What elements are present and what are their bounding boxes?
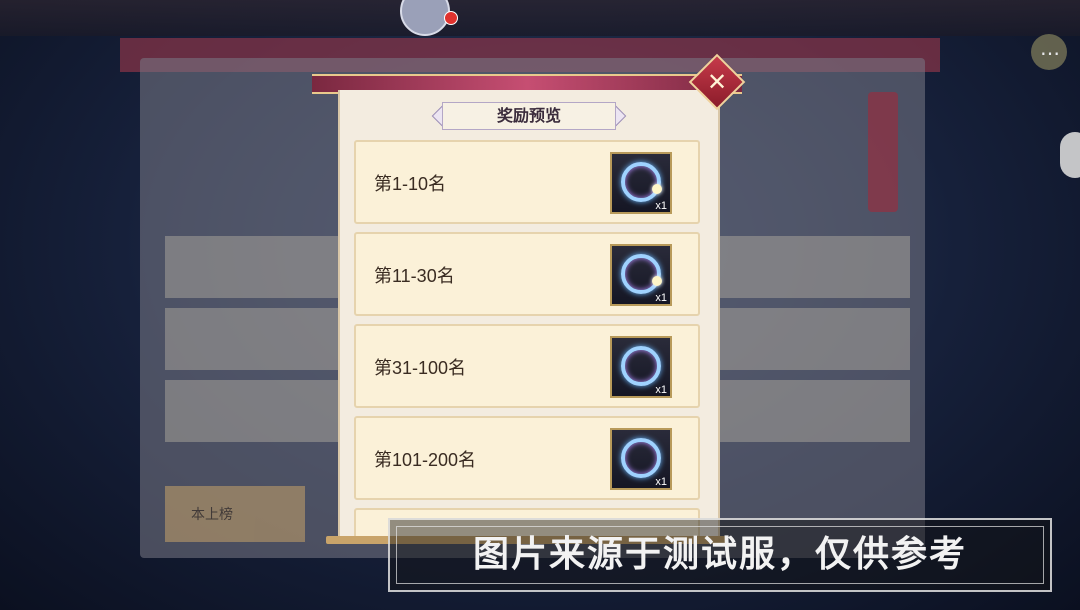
side-scroll-handle[interactable]	[1060, 132, 1080, 178]
reward-row: 第101-200名 x1	[354, 416, 700, 500]
reward-row: 第11-30名 x1	[354, 232, 700, 316]
reward-row: 第31-100名 x1	[354, 324, 700, 408]
item-count: x1	[655, 200, 667, 212]
reward-item-slot[interactable]: x1	[610, 428, 672, 490]
dialog-title-plate: 奖励预览	[431, 102, 627, 132]
rank-range-label: 第101-200名	[374, 450, 477, 470]
watermark: 图片来源于测试服，仅供参考	[388, 518, 1052, 592]
item-count: x1	[655, 476, 667, 488]
reward-row: 第1-10名 x1	[354, 140, 700, 224]
background-top-bar	[0, 0, 1080, 36]
rank-range-label: 第31-100名	[374, 358, 467, 378]
ring-frame-icon	[621, 254, 661, 294]
ring-frame-icon	[621, 438, 661, 478]
close-x-icon: ✕	[706, 68, 728, 96]
reward-item-slot[interactable]: x1	[610, 244, 672, 306]
item-count: x1	[655, 292, 667, 304]
background-rank-label: 本上榜	[191, 507, 233, 523]
notification-dot	[444, 11, 458, 25]
chat-bubble-icon[interactable]	[1031, 34, 1067, 70]
item-count: x1	[655, 384, 667, 396]
reward-item-slot[interactable]: x1	[610, 152, 672, 214]
ring-frame-icon	[621, 162, 661, 202]
background-side-tag	[868, 92, 898, 212]
rank-range-label: 第1-10名	[374, 174, 447, 194]
background-rank-button: 本上榜	[165, 486, 305, 542]
reward-item-slot[interactable]: x1	[610, 336, 672, 398]
watermark-text: 图片来源于测试服，仅供参考	[472, 534, 967, 575]
dialog-title: 奖励预览	[496, 106, 561, 125]
dialog-body: 奖励预览 第1-10名 x1 第11-30名 x1 第31-100名 x1 第1…	[338, 90, 720, 542]
rank-range-label: 第11-30名	[374, 266, 455, 286]
ring-frame-icon	[621, 346, 661, 386]
reward-preview-dialog: 奖励预览 第1-10名 x1 第11-30名 x1 第31-100名 x1 第1…	[312, 53, 746, 548]
